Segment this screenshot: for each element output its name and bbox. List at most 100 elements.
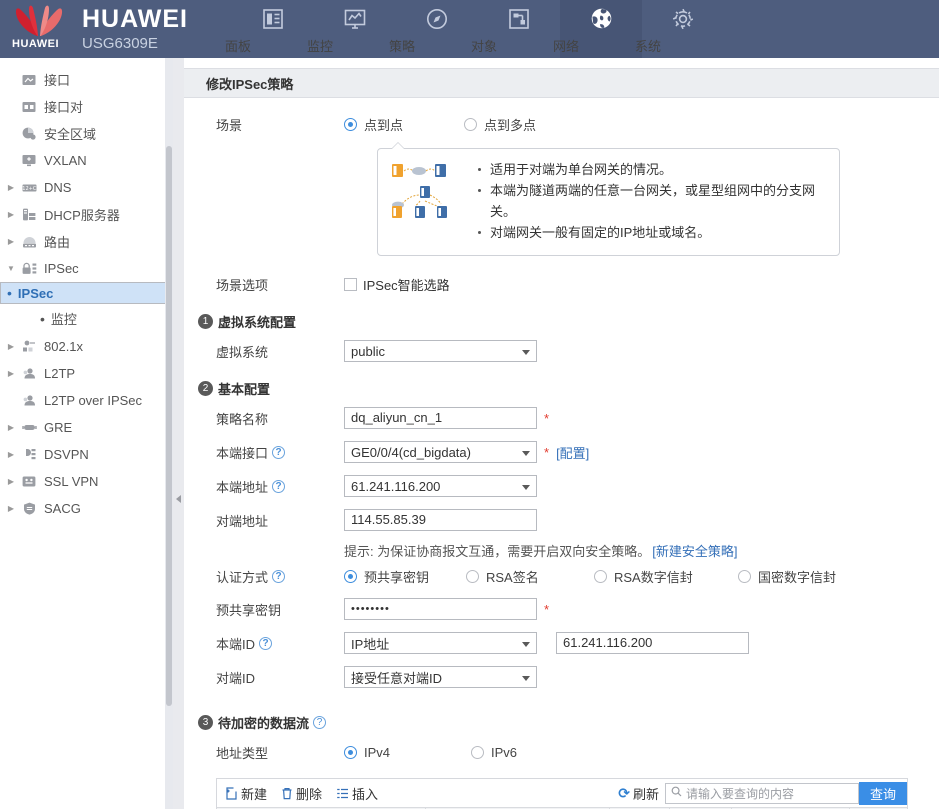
sidebar-item-8021x[interactable]: ▶ 802.1x — [0, 333, 173, 360]
policy-name-input[interactable]: dq_aliyun_cn_1 — [344, 407, 537, 429]
chevron-right-icon[interactable]: ▶ — [4, 210, 18, 219]
help-icon[interactable]: ? — [313, 716, 326, 729]
radio-ipv6[interactable]: IPv6 — [471, 745, 517, 760]
app-header: HUAWEI HUAWEI USG6309E 面板 监控 — [0, 0, 939, 58]
search-input[interactable]: 请输入要查询的内容 — [665, 783, 859, 804]
dns-icon: 12+C — [18, 183, 40, 193]
section-virtual-system: 1 虚拟系统配置 — [198, 312, 939, 331]
sidebar-item-gre[interactable]: ▶ GRE — [0, 414, 173, 441]
sidebar-item-l2tp-over-ipsec[interactable]: L2TP over IPSec — [0, 387, 173, 414]
local-id-label-text: 本端ID — [216, 634, 255, 653]
chevron-right-icon[interactable]: ▶ — [4, 423, 18, 432]
help-icon[interactable]: ? — [272, 570, 285, 583]
field-local-id: 本端ID ? IP地址 61.241.116.200 — [184, 629, 939, 657]
query-button-label: 查询 — [870, 784, 896, 803]
sidebar-subitem-ipsec[interactable]: • IPSec — [0, 282, 173, 304]
huawei-logo: HUAWEI — [8, 2, 70, 56]
chevron-right-icon[interactable]: ▶ — [4, 237, 18, 246]
new-security-policy-link[interactable]: [新建安全策略] — [652, 541, 737, 560]
sidebar-item-label: SACG — [44, 501, 81, 516]
peer-address-label: 对端地址 — [184, 511, 344, 530]
chevron-right-icon[interactable]: ▶ — [4, 450, 18, 459]
local-interface-select[interactable]: GE0/0/4(cd_bigdata) — [344, 441, 537, 463]
peer-address-input[interactable]: 114.55.85.39 — [344, 509, 537, 531]
peer-id-select[interactable]: 接受任意对端ID — [344, 666, 537, 688]
scene-info-list: 适用于对端为单台网关的情况。 本端为隧道两端的任意一台网关，或星型组网中的分支网… — [462, 159, 827, 243]
query-button[interactable]: 查询 — [859, 782, 907, 805]
configure-link[interactable]: [配置] — [556, 443, 589, 462]
radio-rsa-digital-envelope[interactable]: RSA数字信封 — [594, 567, 738, 586]
section-data-flow: 3 待加密的数据流 ? — [198, 713, 939, 732]
insert-button[interactable]: 插入 — [336, 784, 378, 803]
chevron-right-icon[interactable]: ▶ — [4, 342, 18, 351]
help-icon[interactable]: ? — [272, 446, 285, 459]
sidebar-scrollbar[interactable] — [165, 58, 173, 809]
sidebar-item-interface[interactable]: 接口 — [0, 66, 173, 93]
sidebar-item-label: L2TP over IPSec — [44, 393, 142, 408]
auth-method-label-text: 认证方式 — [216, 567, 268, 586]
sidebar-item-route[interactable]: ▶ 路由 — [0, 228, 173, 255]
sidebar-divider — [173, 58, 184, 809]
local-interface-value: GE0/0/4(cd_bigdata) — [351, 445, 471, 460]
sidebar-item-sacg[interactable]: ▶ SACG — [0, 495, 173, 522]
sidebar-item-dns[interactable]: ▶ 12+C DNS — [0, 174, 173, 201]
local-address-wrap: 61.241.116.200 — [344, 475, 537, 497]
sidebar-item-dsvpn[interactable]: ▶ DSVPN — [0, 441, 173, 468]
scene-info-box: 适用于对端为单台网关的情况。 本端为隧道两端的任意一台网关，或星型组网中的分支网… — [377, 148, 840, 256]
sidebar-scrollbar-thumb[interactable] — [166, 146, 172, 706]
radio-preshared-key[interactable]: 预共享密钥 — [344, 567, 466, 586]
sidebar-item-vxlan[interactable]: VXLAN — [0, 147, 173, 174]
local-address-select[interactable]: 61.241.116.200 — [344, 475, 537, 497]
vsys-select-value: public — [351, 344, 385, 359]
search-placeholder: 请输入要查询的内容 — [686, 785, 794, 802]
search-icon — [671, 786, 682, 800]
chevron-right-icon[interactable]: ▶ — [4, 369, 18, 378]
callout-caret — [391, 142, 404, 149]
radio-indicator — [738, 570, 751, 583]
radio-point-to-multipoint[interactable]: 点到多点 — [464, 115, 536, 134]
policy-name-label: 策略名称 — [184, 409, 344, 428]
refresh-button[interactable]: ⟳ 刷新 — [618, 784, 659, 803]
radio-sm-digital-envelope[interactable]: 国密数字信封 — [738, 567, 836, 586]
radio-label: IPv6 — [491, 745, 517, 760]
compass-icon — [425, 6, 449, 32]
preshared-key-input[interactable]: •••••••• — [344, 598, 537, 620]
help-icon[interactable]: ? — [272, 480, 285, 493]
sidebar-item-label: 安全区域 — [44, 124, 96, 143]
scene-info-item: 本端为隧道两端的任意一台网关，或星型组网中的分支网关。 — [478, 180, 827, 222]
chevron-right-icon[interactable]: ▶ — [4, 504, 18, 513]
radio-ipv4[interactable]: IPv4 — [344, 745, 471, 760]
chevron-right-icon[interactable]: ▶ — [4, 183, 18, 192]
delete-button[interactable]: 删除 — [281, 784, 322, 803]
new-button[interactable]: 新建 — [225, 784, 267, 803]
tab-system[interactable]: 系统 — [642, 0, 724, 58]
radio-indicator — [594, 570, 607, 583]
radio-indicator — [344, 570, 357, 583]
checkbox-ipsec-smart-route[interactable]: IPSec智能选路 — [344, 275, 450, 294]
sidebar-item-interface-pair[interactable]: 接口对 — [0, 93, 173, 120]
ipsec-icon — [18, 262, 40, 275]
address-type-label-text: 地址类型 — [216, 743, 268, 762]
radio-point-to-point[interactable]: 点到点 — [344, 115, 464, 134]
local-id-value-input[interactable]: 61.241.116.200 — [556, 632, 749, 654]
chevron-down-icon[interactable]: ▼ — [4, 264, 18, 273]
sidebar-item-dhcp-server[interactable]: ▶ DHCP服务器 — [0, 201, 173, 228]
help-icon[interactable]: ? — [259, 637, 272, 650]
sidebar-subitem-monitor[interactable]: • 监控 — [0, 304, 173, 333]
sidebar-item-ipsec[interactable]: ▼ IPSec — [0, 255, 173, 282]
auth-method-label: 认证方式 ? — [184, 567, 344, 586]
sidebar-item-label: 802.1x — [44, 339, 83, 354]
local-id-type-select[interactable]: IP地址 — [344, 632, 537, 654]
security-zone-icon — [18, 127, 40, 140]
radio-indicator — [471, 746, 484, 759]
sidebar-item-security-zone[interactable]: 安全区域 — [0, 120, 173, 147]
svg-text:12+C: 12+C — [22, 186, 37, 192]
vsys-select[interactable]: public — [344, 340, 537, 362]
sidebar-item-label: DNS — [44, 180, 71, 195]
chevron-right-icon[interactable]: ▶ — [4, 477, 18, 486]
huawei-flower-icon — [14, 5, 64, 37]
sidebar-item-ssl-vpn[interactable]: ▶ SSL VPN — [0, 468, 173, 495]
sidebar-item-l2tp[interactable]: ▶ L2TP — [0, 360, 173, 387]
sidebar-collapse-handle[interactable] — [174, 488, 183, 510]
radio-rsa-signature[interactable]: RSA签名 — [466, 567, 594, 586]
